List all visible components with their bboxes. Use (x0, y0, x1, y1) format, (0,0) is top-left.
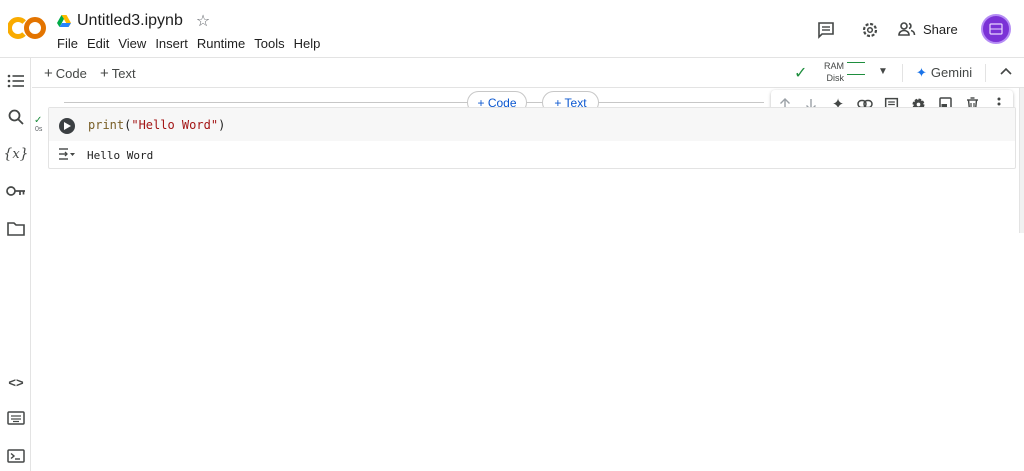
command-palette-icon[interactable] (5, 407, 27, 429)
plus-icon: + (44, 65, 53, 82)
share-button[interactable]: Share (898, 14, 958, 44)
chevron-down-icon[interactable]: ▼ (878, 66, 888, 77)
folder-icon[interactable] (5, 217, 27, 239)
menu-help[interactable]: Help (294, 36, 321, 51)
add-text-button[interactable]: + Text (100, 65, 136, 82)
output-actions-icon[interactable] (58, 147, 76, 161)
menu-view[interactable]: View (118, 36, 146, 51)
comment-icon[interactable] (810, 14, 842, 46)
search-icon[interactable] (5, 106, 27, 128)
execution-time: 0s (35, 126, 43, 133)
gemini-label: Gemini (930, 65, 973, 80)
gemini-spark-icon: ✦ (916, 65, 927, 80)
code-function: print (88, 118, 125, 132)
output-text: Hello Word (87, 149, 154, 162)
vertical-scrollbar[interactable] (1019, 88, 1024, 233)
chevron-up-icon[interactable] (1000, 64, 1012, 78)
variables-icon[interactable]: {x} (3, 143, 28, 165)
code-snippets-icon[interactable]: <> (5, 371, 27, 393)
share-label: Share (923, 21, 958, 37)
top-header: Untitled3.ipynb ☆ File Edit View Insert … (0, 0, 1024, 58)
secrets-key-icon[interactable] (5, 180, 27, 202)
menu-file[interactable]: File (57, 36, 78, 51)
toolbar-divider (985, 64, 986, 82)
add-code-button[interactable]: + Code (44, 65, 87, 82)
colab-logo[interactable] (8, 16, 46, 40)
run-cell-button[interactable] (59, 118, 75, 134)
toolbar-divider (902, 64, 903, 82)
menu-runtime[interactable]: Runtime (197, 36, 245, 51)
star-icon[interactable]: ☆ (196, 11, 210, 31)
notebook-toolbar: + Code + Text ✓ RAM Disk ▼ ✦ Gemini (32, 58, 1024, 88)
cell-code[interactable]: print("Hello Word") (88, 118, 225, 132)
execution-check-icon: ✓ (34, 115, 43, 126)
connected-check-icon[interactable]: ✓ (794, 63, 807, 83)
add-text-label: Text (111, 66, 136, 81)
menu-tools[interactable]: Tools (254, 36, 284, 51)
insert-divider (64, 102, 764, 103)
table-of-contents-icon[interactable] (5, 70, 27, 92)
google-drive-icon (57, 15, 71, 27)
share-people-icon (898, 22, 916, 36)
code-cell[interactable]: print("Hello Word") Hello Word (48, 107, 1016, 169)
code-paren-close: ) (218, 118, 226, 132)
menu-bar: File Edit View Insert Runtime Tools Help (57, 36, 320, 51)
menu-insert[interactable]: Insert (155, 36, 188, 51)
play-icon (63, 122, 71, 130)
resource-bars (847, 62, 865, 86)
cell-output: Hello Word (49, 141, 1015, 168)
avatar[interactable] (981, 14, 1011, 44)
menu-edit[interactable]: Edit (87, 36, 109, 51)
terminal-icon[interactable] (5, 445, 27, 467)
add-code-label: Code (55, 66, 87, 81)
code-string: "Hello Word" (131, 118, 219, 132)
gemini-button[interactable]: ✦ Gemini (916, 65, 972, 81)
notebook-title[interactable]: Untitled3.ipynb (77, 12, 183, 30)
plus-icon: + (100, 65, 109, 82)
settings-icon[interactable] (854, 14, 886, 46)
cell-editor[interactable]: print("Hello Word") (49, 108, 1015, 141)
left-rail: {x} <> (0, 58, 31, 471)
